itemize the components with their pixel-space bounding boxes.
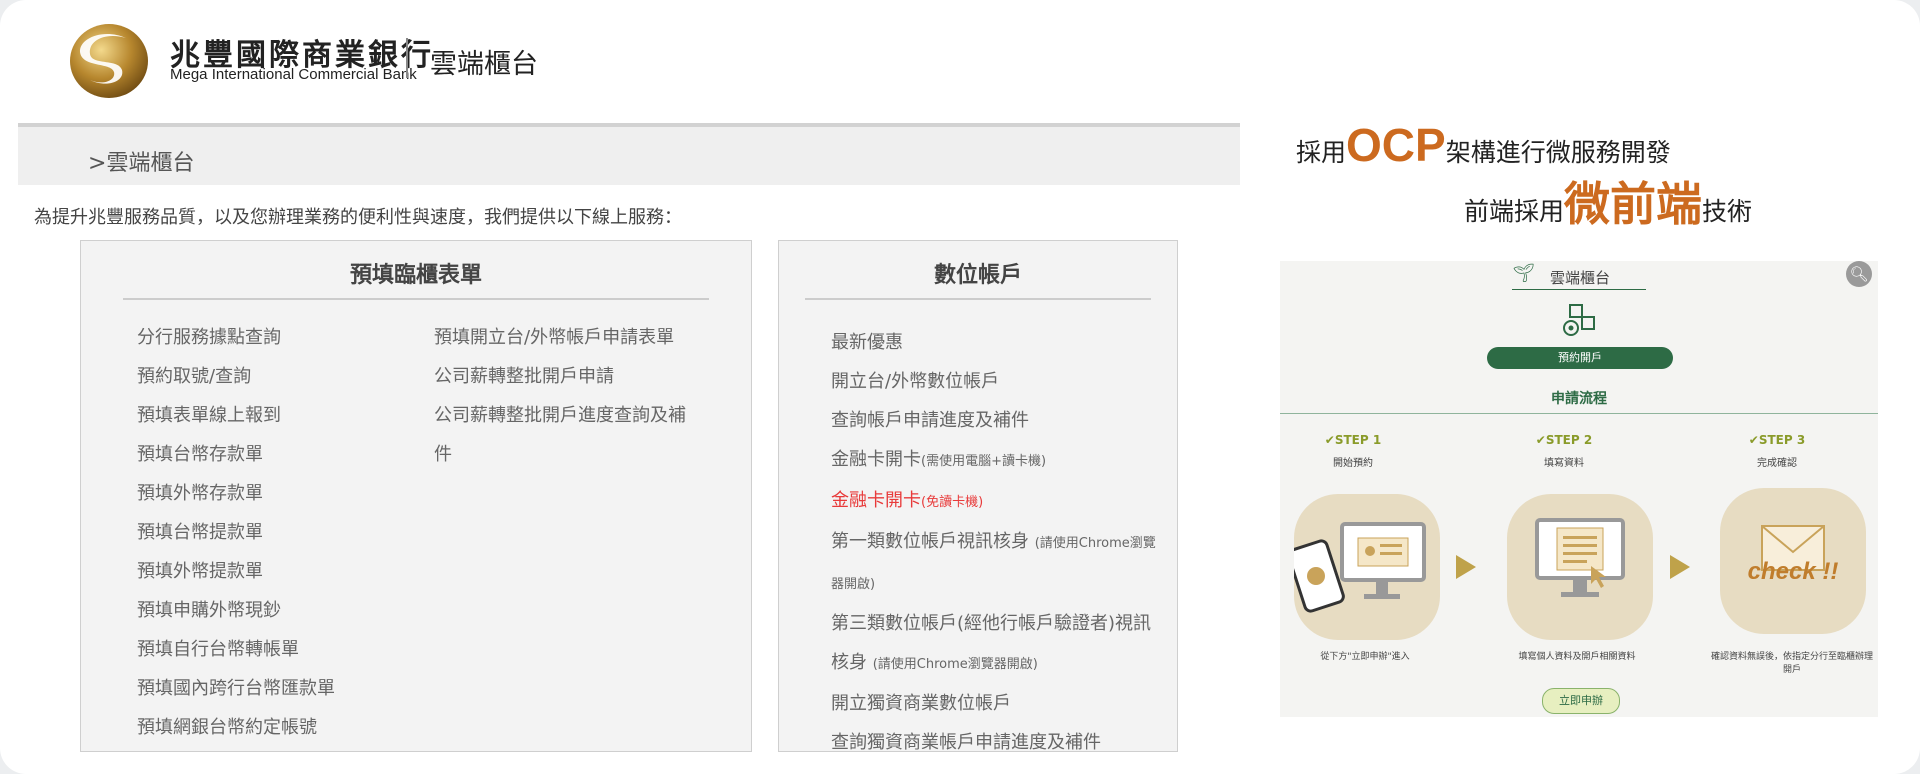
bank-logo-icon[interactable] xyxy=(68,22,150,100)
list-item[interactable]: 金融卡開卡(需使用電腦+讀卡機) xyxy=(831,440,1161,481)
digital-list: 最新優惠 開立台/外幣數位帳戶 查詢帳戶申請進度及補件 金融卡開卡(需使用電腦+… xyxy=(831,323,1161,751)
step-2-sub: 填寫資料 xyxy=(1544,458,1584,469)
bank-name-en: Mega International Commercial Bank xyxy=(170,66,417,83)
process-divider xyxy=(1280,413,1878,414)
step-1-illustration xyxy=(1287,494,1440,640)
title-underline xyxy=(1512,289,1646,290)
mockup-title: 雲端櫃台 xyxy=(1550,269,1611,287)
step-2-illustration xyxy=(1507,494,1653,640)
step-2-label: ✔STEP 2 xyxy=(1535,433,1593,447)
reserve-account-button[interactable]: 預約開戶 xyxy=(1487,347,1673,369)
list-item[interactable]: 件 xyxy=(434,442,686,481)
zoom-icon[interactable]: 🔍︎ xyxy=(1846,261,1872,287)
screenshot-canvas: 兆豐國際商業銀行 Mega International Commercial B… xyxy=(0,0,1920,774)
breadcrumb: >雲端櫃台 xyxy=(88,145,194,177)
panel-divider xyxy=(805,298,1151,300)
step-3-label: ✔STEP 3 xyxy=(1748,433,1806,447)
ocp-highlight: OCP xyxy=(1346,119,1446,171)
list-item[interactable]: 開立獨資商業數位帳戶 xyxy=(831,684,1161,723)
puzzle-gear-icon xyxy=(1563,304,1595,336)
step-3-illustration: check !! xyxy=(1720,488,1866,634)
list-item[interactable]: 最新優惠 xyxy=(831,323,1161,362)
arrow-right-icon xyxy=(1670,555,1690,579)
forms-list-left: 分行服務據點查詢 預約取號/查詢 預填表單線上報到 預填台幣存款單 預填外幣存款… xyxy=(137,325,335,754)
digital-account-panel: 數位帳戶 最新優惠 開立台/外幣數位帳戶 查詢帳戶申請進度及補件 金融卡開卡(需… xyxy=(778,240,1178,752)
list-item-highlight[interactable]: 金融卡開卡(免讀卡機) xyxy=(831,481,1161,522)
list-item[interactable]: 開立台/外幣數位帳戶 xyxy=(831,362,1161,401)
apply-now-button[interactable]: 立即申辦 xyxy=(1542,688,1620,714)
list-item[interactable]: 查詢帳戶申請進度及補件 xyxy=(831,401,1161,440)
step-3-sub: 完成確認 xyxy=(1757,458,1797,469)
list-item[interactable]: 預填國內跨行台幣匯款單 xyxy=(137,676,335,715)
prefill-forms-panel: 預填臨櫃表單 分行服務據點查詢 預約取號/查詢 預填表單線上報到 預填台幣存款單… xyxy=(80,240,752,752)
list-item[interactable]: 第一類數位帳戶視訊核身 (請使用Chrome瀏覽器開啟) xyxy=(831,522,1161,604)
cloud-counter-mockup: 🔍︎ 🌱︎ 雲端櫃台 預約開戶 申請流程 ✔STEP 1 開始預約 ✔STEP … xyxy=(1280,261,1878,717)
list-item[interactable]: 預填外幣存款單 xyxy=(137,481,335,520)
site-name[interactable]: 雲端櫃台 xyxy=(430,42,538,81)
panel-divider xyxy=(123,298,709,300)
panel-title: 預填臨櫃表單 xyxy=(349,263,482,288)
list-item[interactable]: 預填申購外幣現鈔 xyxy=(137,598,335,637)
micro-frontend-highlight: 微前端 xyxy=(1564,177,1703,231)
headline-line-1: 採用OCP架構進行微服務開發 xyxy=(1296,119,1671,171)
panel-title: 數位帳戶 xyxy=(933,263,1022,288)
chevron-right-icon: > xyxy=(88,151,107,176)
step-1-label: ✔STEP 1 xyxy=(1324,433,1382,447)
headline-line-2: 前端採用微前端技術 xyxy=(1464,177,1753,231)
step-1-desc: 從下方"立即申辦"進入 xyxy=(1320,652,1410,662)
breadcrumb-bar: >雲端櫃台 xyxy=(18,123,1240,185)
check-text: check !! xyxy=(1747,558,1839,585)
list-item[interactable]: 預填表單線上報到 xyxy=(137,403,335,442)
list-item[interactable]: 預填台幣提款單 xyxy=(137,520,335,559)
list-item[interactable]: 查詢獨資商業帳戶申請進度及補件 xyxy=(831,723,1161,751)
list-item[interactable]: 預填開立台/外幣帳戶申請表單 xyxy=(434,325,686,364)
step-3-desc: 確認資料無誤後，依指定分行至臨櫃辦理開戶 xyxy=(1710,652,1873,675)
arrow-right-icon xyxy=(1456,555,1476,579)
process-title: 申請流程 xyxy=(1551,391,1607,407)
sprout-icon: 🌱︎ xyxy=(1512,263,1535,284)
header-divider xyxy=(406,38,408,78)
step-2-desc: 填寫個人資料及開戶相關資料 xyxy=(1518,652,1636,662)
form-monitor-icon xyxy=(1535,518,1625,597)
forms-list-right: 預填開立台/外幣帳戶申請表單 公司薪轉整批開戶申請 公司薪轉整批開戶進度查詢及補… xyxy=(434,325,686,481)
list-item[interactable]: 第三類數位帳戶(經他行帳戶驗證者)視訊核身 (請使用Chrome瀏覽器開啟) xyxy=(831,604,1161,684)
list-item[interactable]: 公司薪轉整批開戶進度查詢及補 xyxy=(434,403,686,442)
breadcrumb-current[interactable]: 雲端櫃台 xyxy=(106,151,194,176)
list-item[interactable]: 預約取號/查詢 xyxy=(137,364,335,403)
list-item[interactable]: 預填台幣存款單 xyxy=(137,442,335,481)
id-card-monitor-icon xyxy=(1287,522,1426,613)
list-item[interactable]: 公司薪轉整批開戶申請 xyxy=(434,364,686,403)
list-item[interactable]: 預填網銀台幣約定帳號 xyxy=(137,715,335,754)
list-item[interactable]: 分行服務據點查詢 xyxy=(137,325,335,364)
list-item[interactable]: 預填自行台幣轉帳單 xyxy=(137,637,335,676)
list-item[interactable]: 預填外幣提款單 xyxy=(137,559,335,598)
intro-text: 為提升兆豐服務品質，以及您辦理業務的便利性與速度，我們提供以下線上服務： xyxy=(34,207,682,228)
step-1-sub: 開始預約 xyxy=(1333,458,1373,469)
